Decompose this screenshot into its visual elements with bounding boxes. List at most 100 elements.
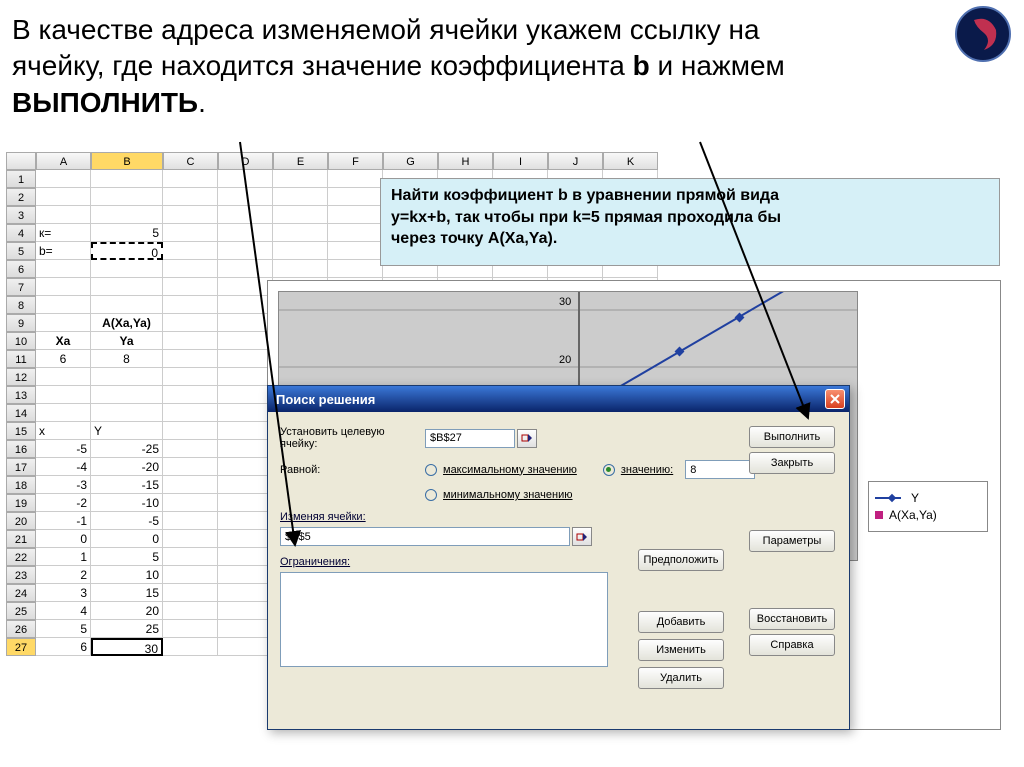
cell-B2[interactable] xyxy=(91,188,163,206)
cell-A21[interactable]: 0 xyxy=(36,530,91,548)
cell-C22[interactable] xyxy=(163,548,218,566)
cell-C18[interactable] xyxy=(163,476,218,494)
cell-F4[interactable] xyxy=(328,224,383,242)
cell-C3[interactable] xyxy=(163,206,218,224)
row-header-1[interactable]: 1 xyxy=(6,170,36,188)
cell-B12[interactable] xyxy=(91,368,163,386)
cell-C20[interactable] xyxy=(163,512,218,530)
row-header-4[interactable]: 4 xyxy=(6,224,36,242)
row-header-3[interactable]: 3 xyxy=(6,206,36,224)
cell-C8[interactable] xyxy=(163,296,218,314)
cell-D13[interactable] xyxy=(218,386,273,404)
row-header-2[interactable]: 2 xyxy=(6,188,36,206)
cell-E1[interactable] xyxy=(273,170,328,188)
col-header-C[interactable]: C xyxy=(163,152,218,170)
cell-A26[interactable]: 5 xyxy=(36,620,91,638)
cell-A27[interactable]: 6 xyxy=(36,638,91,656)
cell-C11[interactable] xyxy=(163,350,218,368)
col-header-F[interactable]: F xyxy=(328,152,383,170)
cell-D26[interactable] xyxy=(218,620,273,638)
cell-B25[interactable]: 20 xyxy=(91,602,163,620)
ref-picker-icon[interactable] xyxy=(572,527,592,546)
cell-A5[interactable]: b= xyxy=(36,242,91,260)
cell-B16[interactable]: -25 xyxy=(91,440,163,458)
cell-B18[interactable]: -15 xyxy=(91,476,163,494)
solver-dialog[interactable]: Поиск решения Установить целевую ячейку:… xyxy=(267,385,850,730)
cell-B27[interactable]: 30 xyxy=(91,638,163,656)
guess-button[interactable]: Предположить xyxy=(638,549,724,571)
cell-A10[interactable]: Xa xyxy=(36,332,91,350)
cell-C15[interactable] xyxy=(163,422,218,440)
close-icon[interactable] xyxy=(825,389,845,409)
row-header-22[interactable]: 22 xyxy=(6,548,36,566)
cell-C13[interactable] xyxy=(163,386,218,404)
restore-button[interactable]: Восстановить xyxy=(749,608,835,630)
cell-B9[interactable]: A(Xa,Ya) xyxy=(91,314,163,332)
cell-D20[interactable] xyxy=(218,512,273,530)
cell-B4[interactable]: 5 xyxy=(91,224,163,242)
cell-E3[interactable] xyxy=(273,206,328,224)
cell-D5[interactable] xyxy=(218,242,273,260)
row-header-12[interactable]: 12 xyxy=(6,368,36,386)
cell-D12[interactable] xyxy=(218,368,273,386)
cell-C12[interactable] xyxy=(163,368,218,386)
col-header-K[interactable]: K xyxy=(603,152,658,170)
cell-D9[interactable] xyxy=(218,314,273,332)
cell-F1[interactable] xyxy=(328,170,383,188)
cell-C16[interactable] xyxy=(163,440,218,458)
cell-F3[interactable] xyxy=(328,206,383,224)
cell-D2[interactable] xyxy=(218,188,273,206)
cell-B7[interactable] xyxy=(91,278,163,296)
cell-B24[interactable]: 15 xyxy=(91,584,163,602)
cell-D15[interactable] xyxy=(218,422,273,440)
cell-B19[interactable]: -10 xyxy=(91,494,163,512)
cell-B6[interactable] xyxy=(91,260,163,278)
row-header-8[interactable]: 8 xyxy=(6,296,36,314)
cell-E5[interactable] xyxy=(273,242,328,260)
cell-E2[interactable] xyxy=(273,188,328,206)
close-button[interactable]: Закрыть xyxy=(749,452,835,474)
cell-A17[interactable]: -4 xyxy=(36,458,91,476)
cell-A2[interactable] xyxy=(36,188,91,206)
cell-F2[interactable] xyxy=(328,188,383,206)
cell-D27[interactable] xyxy=(218,638,273,656)
cell-A3[interactable] xyxy=(36,206,91,224)
col-header-J[interactable]: J xyxy=(548,152,603,170)
cell-D19[interactable] xyxy=(218,494,273,512)
row-header-7[interactable]: 7 xyxy=(6,278,36,296)
cell-B14[interactable] xyxy=(91,404,163,422)
row-header-20[interactable]: 20 xyxy=(6,512,36,530)
radio-max[interactable] xyxy=(425,464,437,476)
row-header-11[interactable]: 11 xyxy=(6,350,36,368)
solver-titlebar[interactable]: Поиск решения xyxy=(268,386,849,412)
row-header-15[interactable]: 15 xyxy=(6,422,36,440)
radio-min[interactable] xyxy=(425,489,437,501)
cell-D11[interactable] xyxy=(218,350,273,368)
target-value-input[interactable] xyxy=(685,460,755,479)
cell-A25[interactable]: 4 xyxy=(36,602,91,620)
col-header-A[interactable]: A xyxy=(36,152,91,170)
cell-D16[interactable] xyxy=(218,440,273,458)
cell-B8[interactable] xyxy=(91,296,163,314)
col-header-I[interactable]: I xyxy=(493,152,548,170)
row-header-14[interactable]: 14 xyxy=(6,404,36,422)
cell-D10[interactable] xyxy=(218,332,273,350)
row-header-5[interactable]: 5 xyxy=(6,242,36,260)
cell-C25[interactable] xyxy=(163,602,218,620)
cell-B11[interactable]: 8 xyxy=(91,350,163,368)
changing-cells-input[interactable] xyxy=(280,527,570,546)
cell-A22[interactable]: 1 xyxy=(36,548,91,566)
cell-A1[interactable] xyxy=(36,170,91,188)
cell-C21[interactable] xyxy=(163,530,218,548)
row-header-10[interactable]: 10 xyxy=(6,332,36,350)
cell-A15[interactable]: x xyxy=(36,422,91,440)
cell-A18[interactable]: -3 xyxy=(36,476,91,494)
radio-value[interactable] xyxy=(603,464,615,476)
row-header-16[interactable]: 16 xyxy=(6,440,36,458)
col-header-B[interactable]: B xyxy=(91,152,163,170)
cell-A20[interactable]: -1 xyxy=(36,512,91,530)
cell-B22[interactable]: 5 xyxy=(91,548,163,566)
cell-D3[interactable] xyxy=(218,206,273,224)
cell-C2[interactable] xyxy=(163,188,218,206)
cell-D7[interactable] xyxy=(218,278,273,296)
